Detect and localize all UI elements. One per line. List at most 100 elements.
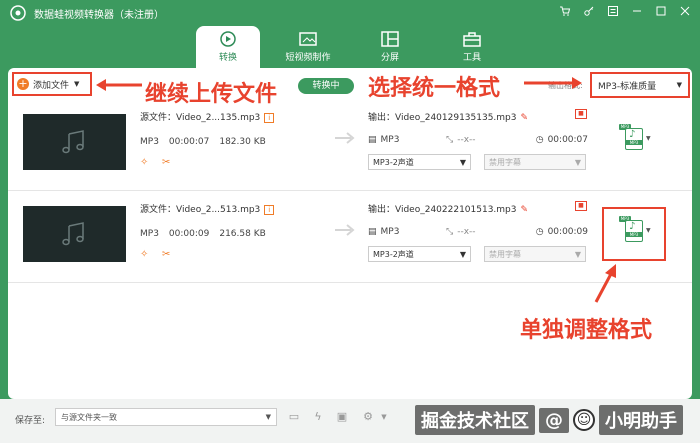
app-logo-icon <box>10 5 26 21</box>
folder-icon[interactable]: ▭ <box>286 409 302 425</box>
maximize-icon[interactable] <box>654 4 668 18</box>
output-info-icon[interactable]: ■ <box>575 201 587 211</box>
resolution-icon: ⤡ <box>446 227 454 237</box>
source-format: MP3 <box>140 229 159 239</box>
video-maker-icon <box>299 32 317 46</box>
gpu-off-icon[interactable]: ▣ <box>334 409 350 425</box>
file-thumbnail <box>23 206 126 262</box>
save-location-select[interactable]: 与源文件夹一致 ▼ <box>55 408 277 426</box>
arrow-right-icon <box>335 224 355 236</box>
film-icon: ▤ <box>368 135 377 145</box>
output-duration: 00:00:09 <box>547 227 588 237</box>
enhance-icon[interactable]: ✧ <box>140 157 152 169</box>
watermark: 掘金技术社区 @ ☺ 小明助手 <box>415 405 683 435</box>
enhance-icon[interactable]: ✧ <box>140 249 152 261</box>
annotation-arrow-left <box>96 79 142 91</box>
source-meta: MP3 00:00:07 182.30 KB <box>140 137 266 147</box>
save-location-value: 与源文件夹一致 <box>61 412 117 422</box>
edit-icon[interactable]: ✎ <box>521 205 529 215</box>
cut-icon[interactable]: ✂ <box>162 157 174 169</box>
music-note-icon <box>62 130 84 154</box>
output-resolution: --x-- <box>457 135 476 145</box>
watermark-at: @ <box>539 407 569 433</box>
source-format: MP3 <box>140 137 159 147</box>
cart-icon[interactable] <box>558 4 572 18</box>
tab-label: 转换 <box>218 53 237 63</box>
converting-status-button[interactable]: 转换中 <box>298 78 354 94</box>
clock-icon: ◷ <box>535 227 544 237</box>
subtitle-select[interactable]: 禁用字幕 ▼ <box>484 246 586 262</box>
settings-icon[interactable]: ⚙ <box>360 409 376 425</box>
output-format: MP3 <box>380 135 400 145</box>
key-icon[interactable] <box>582 4 596 18</box>
resolution-icon: ⤡ <box>446 135 454 145</box>
source-meta: MP3 00:00:09 216.58 KB <box>140 229 266 239</box>
chevron-down-icon: ▼ <box>74 80 80 88</box>
annotation-arrow-right <box>524 77 582 89</box>
source-actions: ✧ ✂ <box>140 249 174 261</box>
close-icon[interactable] <box>678 4 692 18</box>
source-duration: 00:00:07 <box>168 137 210 147</box>
file-list-panel: + 添加文件 ▼ 转换中 输出格式: MP3-标准质量 ▼ 源文件：Video_… <box>8 68 692 399</box>
format-label: MP3 <box>626 140 642 145</box>
watermark-logo-icon: ☺ <box>573 409 595 431</box>
add-file-button[interactable]: + 添加文件 ▼ <box>12 72 92 96</box>
cut-icon[interactable]: ✂ <box>162 249 174 261</box>
footer-bar: 保存至: 与源文件夹一致 ▼ ▭ ϟ ▣ ⚙ ▼ 掘金技术社区 @ ☺ 小明助手 <box>0 399 700 443</box>
chevron-down-icon: ▼ <box>574 249 581 259</box>
format-highlight-box <box>602 207 666 261</box>
annotation-arrow-up <box>594 264 616 303</box>
output-specs: ▤ MP3 ⤡ --x-- ◷ 00:00:07 <box>368 135 588 145</box>
source-size: 216.58 KB <box>219 229 266 239</box>
add-file-label: 添加文件 <box>33 80 70 91</box>
output-format: MP3 <box>380 227 400 237</box>
output-format-select[interactable]: MP3-标准质量 ▼ <box>590 72 690 98</box>
watermark-site: 掘金技术社区 <box>415 405 535 435</box>
watermark-user: 小明助手 <box>599 405 683 435</box>
row-format-button[interactable]: MP3 ♪ MP3 ▼ <box>619 124 653 152</box>
file-thumbnail <box>23 114 126 170</box>
chevron-down-icon: ▼ <box>459 157 466 167</box>
hardware-accel-off-icon[interactable]: ϟ <box>310 409 326 425</box>
file-row: 源文件：Video_2...135.mp3 i MP3 00:00:07 182.… <box>8 102 692 194</box>
output-info-icon[interactable]: ■ <box>575 109 587 119</box>
info-icon[interactable]: i <box>264 112 275 123</box>
main-tab-bar: 转换 短视频制作 分屏 工具 <box>0 26 700 70</box>
music-note-icon <box>62 222 84 246</box>
audio-channel-select[interactable]: MP3-2声道 ▼ <box>368 154 471 170</box>
source-actions: ✧ ✂ <box>140 157 174 169</box>
edit-icon[interactable]: ✎ <box>521 113 529 123</box>
menu-icon[interactable] <box>606 4 620 18</box>
tab-toolbox[interactable]: 工具 <box>440 26 504 68</box>
toolbox-icon <box>463 32 481 47</box>
minimize-icon[interactable] <box>630 4 644 18</box>
file-row: 源文件：Video_2...513.mp3 i MP3 00:00:09 216.… <box>8 194 692 286</box>
row-divider <box>8 282 692 283</box>
output-duration: 00:00:07 <box>547 135 588 145</box>
info-icon[interactable]: i <box>264 204 275 215</box>
music-note-icon: ♪ <box>629 129 636 140</box>
source-size: 182.30 KB <box>219 137 266 147</box>
save-to-label: 保存至: <box>15 416 46 426</box>
annotation-add-more: 继续上传文件 <box>145 82 278 107</box>
chevron-down-icon: ▼ <box>459 249 466 259</box>
audio-channel-select[interactable]: MP3-2声道 ▼ <box>368 246 471 262</box>
tab-label: 工具 <box>462 53 481 63</box>
source-duration: 00:00:09 <box>168 229 210 239</box>
annotation-single-format: 单独调整格式 <box>520 318 653 343</box>
chevron-down-icon: ▼ <box>265 413 271 421</box>
output-file-name: 输出：Video_240129135135.mp3 ✎ <box>368 113 529 123</box>
tab-convert[interactable]: 转换 <box>196 26 260 70</box>
output-resolution: --x-- <box>457 227 476 237</box>
output-specs: ▤ MP3 ⤡ --x-- ◷ 00:00:09 <box>368 227 588 237</box>
annotation-unify-format: 选择统一格式 <box>368 76 501 101</box>
chevron-down-icon[interactable]: ▼ <box>376 409 392 425</box>
tab-video-maker[interactable]: 短视频制作 <box>276 26 340 68</box>
subtitle-select[interactable]: 禁用字幕 ▼ <box>484 154 586 170</box>
chevron-down-icon: ▼ <box>574 157 581 167</box>
source-file-name: 源文件：Video_2...513.mp3 i <box>140 202 275 215</box>
convert-icon <box>220 31 236 47</box>
tab-label: 分屏 <box>380 53 399 63</box>
tab-split-screen[interactable]: 分屏 <box>358 26 422 68</box>
plus-icon: + <box>17 77 29 90</box>
